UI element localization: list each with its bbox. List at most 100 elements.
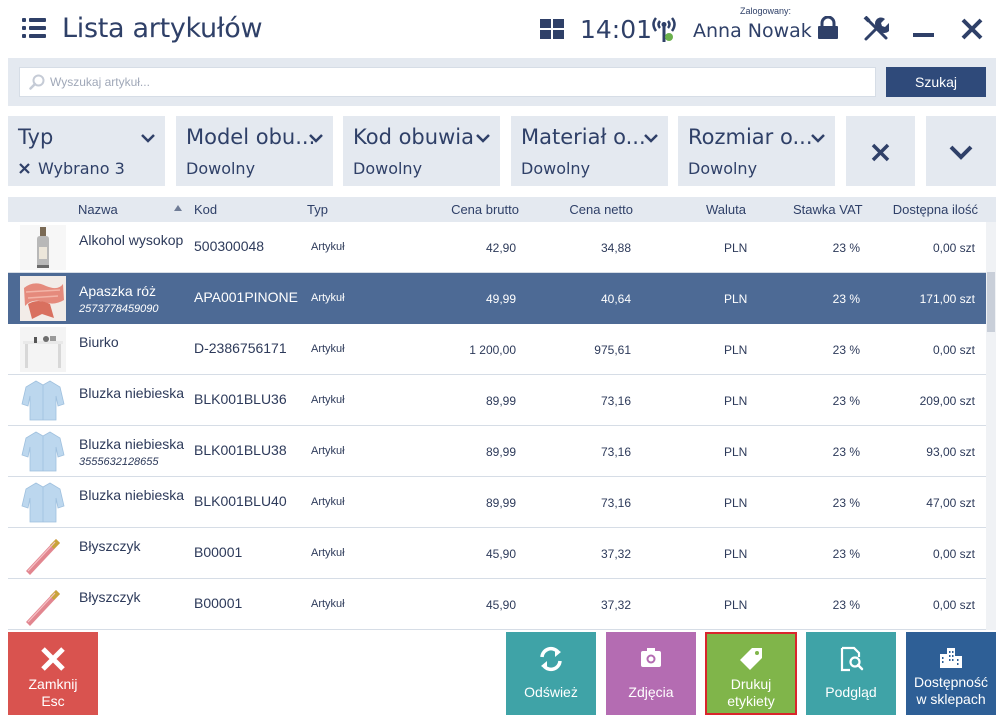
store-availability-button[interactable]: Dostępność w sklepach — [906, 632, 996, 715]
article-type: Artykuł — [311, 598, 345, 610]
table-row-selected[interactable]: Apaszka róż 2573778459090 APA001PINONE A… — [8, 273, 986, 324]
article-code: BLK001BLU36 — [194, 391, 287, 407]
chevron-down-icon — [811, 134, 825, 143]
available-quantity: 0,00 szt — [932, 598, 975, 612]
price-gross: 1 200,00 — [469, 343, 516, 357]
buildings-icon — [940, 648, 962, 668]
signal-icon[interactable] — [650, 14, 678, 44]
article-ean: 2573778459090 — [79, 303, 159, 315]
filter-typ[interactable]: Typ Wybrano 3 — [8, 116, 165, 186]
search-button[interactable]: Szukaj — [886, 67, 986, 97]
shirt-icon — [20, 429, 66, 474]
scrollbar[interactable] — [986, 222, 996, 630]
available-quantity: 171,00 szt — [919, 292, 975, 306]
sort-ascending-icon — [174, 205, 182, 211]
price-gross: 89,99 — [485, 445, 516, 459]
currency: PLN — [724, 394, 748, 408]
vat-rate: 23 % — [832, 496, 860, 510]
column-header-stawka-vat[interactable]: Stawka VAT — [793, 202, 863, 217]
article-type: Artykuł — [311, 241, 345, 253]
print-labels-button[interactable]: Drukuj etykiety — [705, 632, 797, 715]
available-quantity: 0,00 szt — [932, 241, 975, 255]
search-input[interactable] — [19, 67, 876, 97]
filter-label: Model obu... — [186, 125, 316, 149]
close-icon[interactable] — [960, 17, 984, 41]
scrollbar-thumb[interactable] — [987, 272, 995, 332]
table-row[interactable]: Bluzka niebieska 3555632128655 BLK001BLU… — [8, 426, 986, 477]
article-code: APA001PINONE — [194, 289, 299, 305]
table-row[interactable]: Biurko D-2386756171 Artykuł 1 200,00 975… — [8, 324, 986, 375]
column-header-cena-brutto[interactable]: Cena brutto — [451, 202, 519, 217]
vat-rate: 23 % — [832, 241, 860, 255]
filter-label: Materiał o... — [521, 125, 646, 149]
preview-button[interactable]: Podgląd — [806, 632, 896, 715]
article-ean: 3555632128655 — [79, 456, 159, 468]
table-row[interactable]: Bluzka niebieska BLK001BLU36 Artykuł 89,… — [8, 375, 986, 426]
price-net: 40,64 — [600, 292, 631, 306]
search-bar: Szukaj — [8, 58, 996, 106]
currency: PLN — [724, 343, 748, 357]
filter-value: Dowolny — [353, 159, 423, 178]
refresh-button[interactable]: Odśwież — [506, 632, 596, 715]
chevron-down-icon — [141, 134, 155, 143]
article-code: 500300048 — [194, 238, 265, 254]
lock-icon[interactable] — [816, 16, 840, 40]
column-header-nazwa[interactable]: Nazwa — [78, 202, 118, 217]
refresh-icon — [540, 646, 562, 672]
price-net: 73,16 — [600, 394, 631, 408]
filter-kod-obuwia[interactable]: Kod obuwia Dowolny — [343, 116, 500, 186]
close-button[interactable]: Zamknij Esc — [8, 632, 98, 715]
price-gross: 89,99 — [485, 496, 516, 510]
column-header-dostepna-ilosc[interactable]: Dostępna ilość — [893, 202, 978, 217]
grid-icon[interactable] — [540, 19, 564, 39]
filter-label: Rozmiar o... — [688, 125, 813, 149]
clear-filters-button[interactable] — [846, 116, 915, 186]
table-row[interactable]: Bluzka niebieska BLK001BLU40 Artykuł 89,… — [8, 477, 986, 528]
filter-rozmiar[interactable]: Rozmiar o... Dowolny — [678, 116, 835, 186]
column-header-typ[interactable]: Typ — [307, 202, 328, 217]
column-header-cena-netto[interactable]: Cena netto — [569, 202, 633, 217]
tools-icon[interactable] — [863, 16, 889, 42]
available-quantity: 47,00 szt — [926, 496, 975, 510]
column-header-kod[interactable]: Kod — [194, 202, 217, 217]
store-availability-button-label: Dostępność w sklepach — [914, 674, 988, 707]
article-name: Apaszka róż — [79, 283, 157, 299]
filter-label: Kod obuwia — [353, 125, 474, 149]
price-gross: 89,99 — [485, 394, 516, 408]
column-header-waluta[interactable]: Waluta — [706, 202, 746, 217]
minimize-icon[interactable] — [913, 33, 934, 37]
price-net: 73,16 — [600, 496, 631, 510]
clear-filter-icon[interactable] — [19, 163, 30, 174]
close-button-label: Zamknij Esc — [28, 676, 78, 709]
table-row[interactable]: Błyszczyk B00001 Artykuł 45,90 37,32 PLN… — [8, 579, 986, 630]
tag-icon — [740, 648, 762, 670]
lipgloss-icon — [20, 582, 66, 627]
user-name[interactable]: Anna Nowak — [693, 20, 812, 42]
expand-filters-button[interactable] — [926, 116, 996, 186]
article-type: Artykuł — [311, 343, 345, 355]
article-name: Biurko — [79, 334, 119, 350]
photos-button[interactable]: Zdjęcia — [606, 632, 696, 715]
table-row[interactable]: Błyszczyk B00001 Artykuł 45,90 37,32 PLN… — [8, 528, 986, 579]
vat-rate: 23 % — [832, 547, 860, 561]
filter-value: Dowolny — [688, 159, 758, 178]
article-code: B00001 — [194, 595, 243, 611]
currency: PLN — [724, 598, 748, 612]
price-gross: 45,90 — [485, 547, 516, 561]
filter-model[interactable]: Model obu... Dowolny — [176, 116, 333, 186]
price-net: 37,32 — [600, 547, 631, 561]
article-type: Artykuł — [311, 445, 345, 457]
menu-icon[interactable] — [22, 18, 46, 38]
lipgloss-icon — [20, 531, 66, 576]
filter-value: Dowolny — [521, 159, 591, 178]
currency: PLN — [724, 241, 748, 255]
table-row[interactable]: Alkohol wysokop 500300048 Artykuł 42,90 … — [8, 222, 986, 273]
price-gross: 49,99 — [485, 292, 516, 306]
article-code: B00001 — [194, 544, 243, 560]
available-quantity: 93,00 szt — [926, 445, 975, 459]
filter-material[interactable]: Materiał o... Dowolny — [511, 116, 668, 186]
article-type: Artykuł — [311, 394, 345, 406]
article-type: Artykuł — [311, 292, 345, 304]
filter-label: Typ — [18, 125, 54, 149]
print-labels-button-label: Drukuj etykiety — [727, 676, 775, 709]
